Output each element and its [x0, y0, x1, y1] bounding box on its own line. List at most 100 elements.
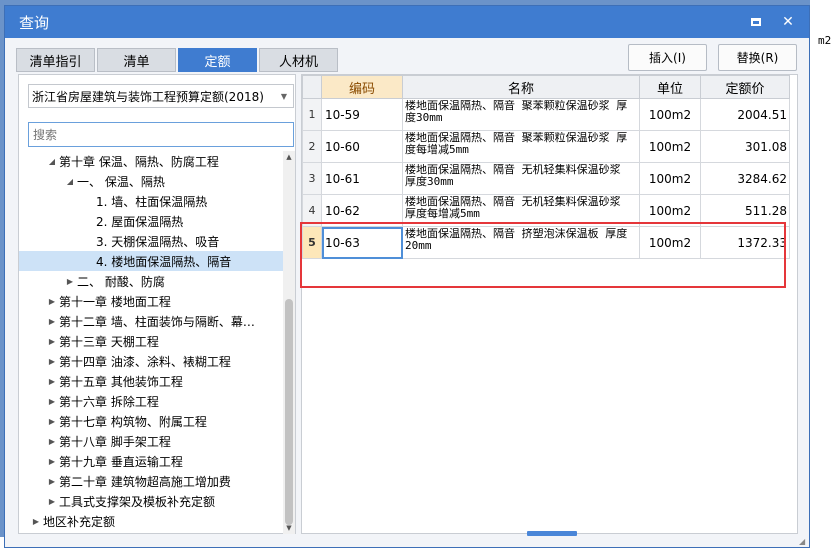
expand-arrow-icon[interactable]: ▶ [45, 317, 59, 326]
tree-node[interactable]: 1. 墙、柱面保温隔热 [19, 191, 284, 211]
row-number[interactable]: 1 [302, 98, 322, 131]
unit-cell[interactable]: 100m2 [639, 162, 701, 195]
code-cell[interactable]: 10-59 [321, 98, 403, 131]
row-number[interactable]: 2 [302, 130, 322, 163]
tree-node[interactable]: ▶ 第二十章 建筑物超高施工增加费 [19, 471, 284, 491]
expand-arrow-icon[interactable]: ▶ [45, 477, 59, 486]
tree-node[interactable]: ◢ 一、 保温、隔热 [19, 171, 284, 191]
collapse-arrow-icon[interactable]: ◢ [45, 157, 59, 166]
collapse-arrow-icon[interactable]: ◢ [63, 177, 77, 186]
tree-scrollbar[interactable]: ▲ ▼ [283, 151, 295, 534]
search-input[interactable] [33, 127, 293, 142]
expand-arrow-icon[interactable]: ▶ [63, 277, 77, 286]
unit-cell[interactable]: 100m2 [639, 130, 701, 163]
splitter-grip[interactable] [527, 531, 577, 536]
table-header-row: 编码 名称 单位 定额价 [302, 75, 790, 99]
scroll-thumb[interactable] [285, 299, 293, 525]
tree-node[interactable]: ▶ 第十九章 垂直运输工程 [19, 451, 284, 471]
tree-node[interactable]: ▶ 第十五章 其他装饰工程 [19, 371, 284, 391]
tab-bill-guide[interactable]: 清单指引 [16, 48, 95, 72]
tree-node-label: 第十八章 脚手架工程 [59, 434, 171, 449]
table-row[interactable]: 1 10-59 楼地面保温隔热、隔音 聚苯颗粒保温砂浆 厚度30mm 100m2 200… [302, 98, 790, 131]
background-unit-text: m2 [818, 34, 832, 47]
expand-arrow-icon[interactable]: ▶ [45, 497, 59, 506]
close-icon[interactable]: ✕ [781, 15, 795, 29]
tree-node-label: 第十六章 拆除工程 [59, 394, 159, 409]
dropdown-arrow-icon[interactable]: ▼ [275, 92, 293, 101]
tree-node-label: 2. 屋面保温隔热 [96, 214, 184, 229]
tab-bill[interactable]: 清单 [97, 48, 176, 72]
tree-node-label: 1. 墙、柱面保温隔热 [96, 194, 208, 209]
tree-node-label: 4. 楼地面保温隔热、隔音 [96, 254, 232, 269]
tree-node[interactable]: 4. 楼地面保温隔热、隔音 [19, 251, 284, 271]
tree-node-label: 一、 保温、隔热 [77, 174, 165, 189]
tab-quota[interactable]: 定额 [178, 48, 257, 72]
resize-grip-icon[interactable]: ◢ [799, 537, 807, 546]
name-text: 楼地面保温隔热、隔音 聚苯颗粒保温砂浆 厚度每增减5mm [405, 132, 628, 156]
scroll-up-icon[interactable]: ▲ [283, 153, 295, 161]
search-box[interactable] [28, 122, 294, 147]
tree-node-label: 第十一章 楼地面工程 [59, 294, 171, 309]
tree-node-label: 第十二章 墙、柱面装饰与隔断、幕… [59, 314, 255, 329]
name-cell[interactable]: 楼地面保温隔热、隔音 聚苯颗粒保温砂浆 厚度30mm [402, 98, 640, 131]
tree-node[interactable]: ▶ 工具式支撑架及模板补充定额 [19, 491, 284, 511]
scroll-down-icon[interactable]: ▼ [283, 524, 295, 532]
background-right [810, 0, 839, 548]
tree-node[interactable]: ◢ 第十章 保温、隔热、防腐工程 [19, 151, 284, 171]
table-row[interactable]: 2 10-60 楼地面保温隔热、隔音 聚苯颗粒保温砂浆 厚度每增减5mm 100m2 3… [302, 130, 790, 163]
name-text: 楼地面保温隔热、隔音 无机轻集料保温砂浆 厚度30mm [405, 164, 621, 188]
name-text: 楼地面保温隔热、隔音 聚苯颗粒保温砂浆 厚度30mm [405, 100, 628, 124]
tree-node[interactable]: ▶ 二、 耐酸、防腐 [19, 271, 284, 291]
tree-node[interactable]: ▶ 第十七章 构筑物、附属工程 [19, 411, 284, 431]
tree-node[interactable]: ▶ 第十六章 拆除工程 [19, 391, 284, 411]
tree-node-label: 第十五章 其他装饰工程 [59, 374, 183, 389]
header-unit[interactable]: 单位 [639, 75, 701, 99]
tree-node[interactable]: 2. 屋面保温隔热 [19, 211, 284, 231]
tree-node[interactable]: ▶ 地区补充定额 [19, 511, 284, 531]
tab-labor-material-machine[interactable]: 人材机 [259, 48, 338, 72]
expand-arrow-icon[interactable]: ▶ [45, 377, 59, 386]
header-name[interactable]: 名称 [402, 75, 640, 99]
tree-node-label: 地区补充定额 [43, 514, 116, 529]
code-cell[interactable]: 10-60 [321, 130, 403, 163]
expand-arrow-icon[interactable]: ▶ [45, 417, 59, 426]
tree-node[interactable]: ▶ 第十四章 油漆、涂料、裱糊工程 [19, 351, 284, 371]
price-cell[interactable]: 3284.62 [700, 162, 790, 195]
price-cell[interactable]: 2004.51 [700, 98, 790, 131]
tree-node-label: 第十三章 天棚工程 [59, 334, 159, 349]
row-number[interactable]: 3 [302, 162, 322, 195]
tree-node-label: 第十九章 垂直运输工程 [59, 454, 183, 469]
tree-node[interactable]: 3. 天棚保温隔热、吸音 [19, 231, 284, 251]
tree-node[interactable]: ▶ 第十一章 楼地面工程 [19, 291, 284, 311]
tree-node-label: 第十章 保温、隔热、防腐工程 [59, 154, 219, 169]
price-cell[interactable]: 301.08 [700, 130, 790, 163]
chapter-tree: ◢ 第十章 保温、隔热、防腐工程 ◢ 一、 保温、隔热 1. 墙、柱面保温隔热 2. 屋面… [19, 151, 284, 534]
unit-cell[interactable]: 100m2 [639, 98, 701, 131]
tree-node-label: 3. 天棚保温隔热、吸音 [96, 234, 220, 249]
table-row[interactable]: 3 10-61 楼地面保温隔热、隔音 无机轻集料保温砂浆 厚度30mm 100m2 32… [302, 162, 790, 195]
quota-table-panel: 编码 名称 单位 定额价 1 10-59 楼地面保温隔热、隔音 聚苯颗粒保温砂浆 厚… [301, 74, 798, 534]
expand-arrow-icon[interactable]: ▶ [45, 397, 59, 406]
tree-node[interactable]: ▶ 第十三章 天棚工程 [19, 331, 284, 351]
maximize-icon[interactable] [749, 15, 763, 29]
name-cell[interactable]: 楼地面保温隔热、隔音 聚苯颗粒保温砂浆 厚度每增减5mm [402, 130, 640, 163]
tree-node-label: 工具式支撑架及模板补充定额 [59, 494, 216, 509]
expand-arrow-icon[interactable]: ▶ [45, 337, 59, 346]
expand-arrow-icon[interactable]: ▶ [45, 457, 59, 466]
code-cell[interactable]: 10-61 [321, 162, 403, 195]
insert-button[interactable]: 插入(I) [628, 44, 707, 71]
title-bar[interactable]: 查询 ✕ [5, 6, 809, 38]
quota-library-select[interactable]: 浙江省房屋建筑与装饰工程预算定额(2018) ▼ [28, 84, 294, 108]
expand-arrow-icon[interactable]: ▶ [29, 517, 43, 526]
expand-arrow-icon[interactable]: ▶ [45, 437, 59, 446]
tree-node-label: 第十四章 油漆、涂料、裱糊工程 [59, 354, 231, 369]
header-price[interactable]: 定额价 [700, 75, 790, 99]
expand-arrow-icon[interactable]: ▶ [45, 357, 59, 366]
replace-button[interactable]: 替换(R) [718, 44, 797, 71]
tree-node[interactable]: ▶ 第十八章 脚手架工程 [19, 431, 284, 451]
expand-arrow-icon[interactable]: ▶ [45, 297, 59, 306]
tree-node[interactable]: ▶ 第十二章 墙、柱面装饰与隔断、幕… [19, 311, 284, 331]
header-code[interactable]: 编码 [321, 75, 403, 99]
name-cell[interactable]: 楼地面保温隔热、隔音 无机轻集料保温砂浆 厚度30mm [402, 162, 640, 195]
highlight-annotation-box [300, 222, 786, 288]
